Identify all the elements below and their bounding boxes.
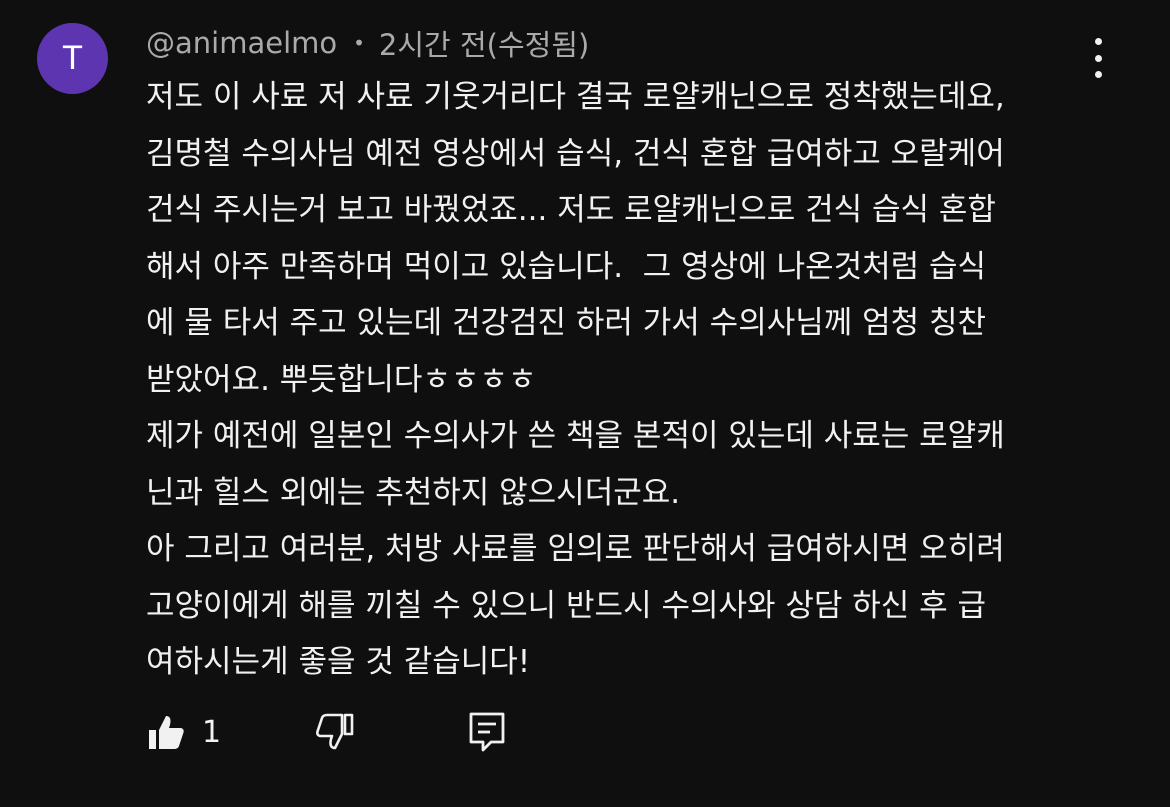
like-count: 1 [202, 714, 222, 750]
menu-dot [1094, 54, 1102, 62]
comment-line: 닌과 힐스 외에는 추천하지 않으시더군요. [146, 474, 681, 511]
thumb-up-filled-icon [149, 716, 184, 749]
comment-line: 에 물 타서 주고 있는데 건강검진 하러 가서 수의사님께 엄청 칭찬 [146, 305, 987, 341]
header-separator: • [353, 31, 365, 55]
comment-reply-icon [469, 712, 505, 752]
like-button[interactable]: 1 [146, 708, 221, 756]
comment-line: 여하시는게 좋을 것 같습니다! [146, 644, 531, 680]
author-handle[interactable]: @animaelmo [146, 26, 337, 60]
comment-line: 김명철 수의사님 예전 영상에서 습식, 건식 혼합 급여하고 오랄케어 [146, 135, 1005, 172]
comment-timestamp[interactable]: 2시간 전(수정됨) [379, 22, 589, 64]
comment-line: 받았어요. 뿌듯합니다ㅎㅎㅎㅎ [146, 361, 537, 398]
menu-dot [1094, 38, 1102, 45]
avatar[interactable]: T [37, 23, 108, 94]
dislike-button[interactable] [315, 708, 355, 756]
comment-line: 제가 예전에 일본인 수의사가 쓴 책을 본적이 있는데 사료는 로얄캐 [146, 418, 1005, 454]
comment-line: 건식 주시는거 보고 바꿨었죠... 저도 로얄캐닌으로 건식 습식 혼합 [146, 192, 996, 228]
comment-line: 저도 이 사료 저 사료 기웃거리다 결국 로얄캐닌으로 정착했는데요, [146, 79, 1005, 115]
reply-button[interactable] [467, 708, 507, 756]
comment-actions: 1 [0, 708, 1170, 756]
comment-line: 아 그리고 여러분, 처방 사료를 임의로 판단해서 급여하시면 오히려 [146, 531, 1005, 567]
comment-header: @animaelmo • 2시간 전(수정됨) [146, 22, 589, 64]
comment-text: 저도 이 사료 저 사료 기웃거리다 결국 로얄캐닌으로 정착했는데요, 김명철… [146, 69, 1106, 691]
thumb-down-outline-icon [316, 713, 354, 750]
comment-line: 고양이에게 해를 끼칠 수 있으니 반드시 수의사와 상담 하신 후 급 [146, 587, 987, 624]
avatar-letter: T [62, 39, 83, 77]
comment-line: 해서 아주 만족하며 먹이고 있습니다. 그 영상에 나온것처럼 습식 [146, 248, 987, 285]
